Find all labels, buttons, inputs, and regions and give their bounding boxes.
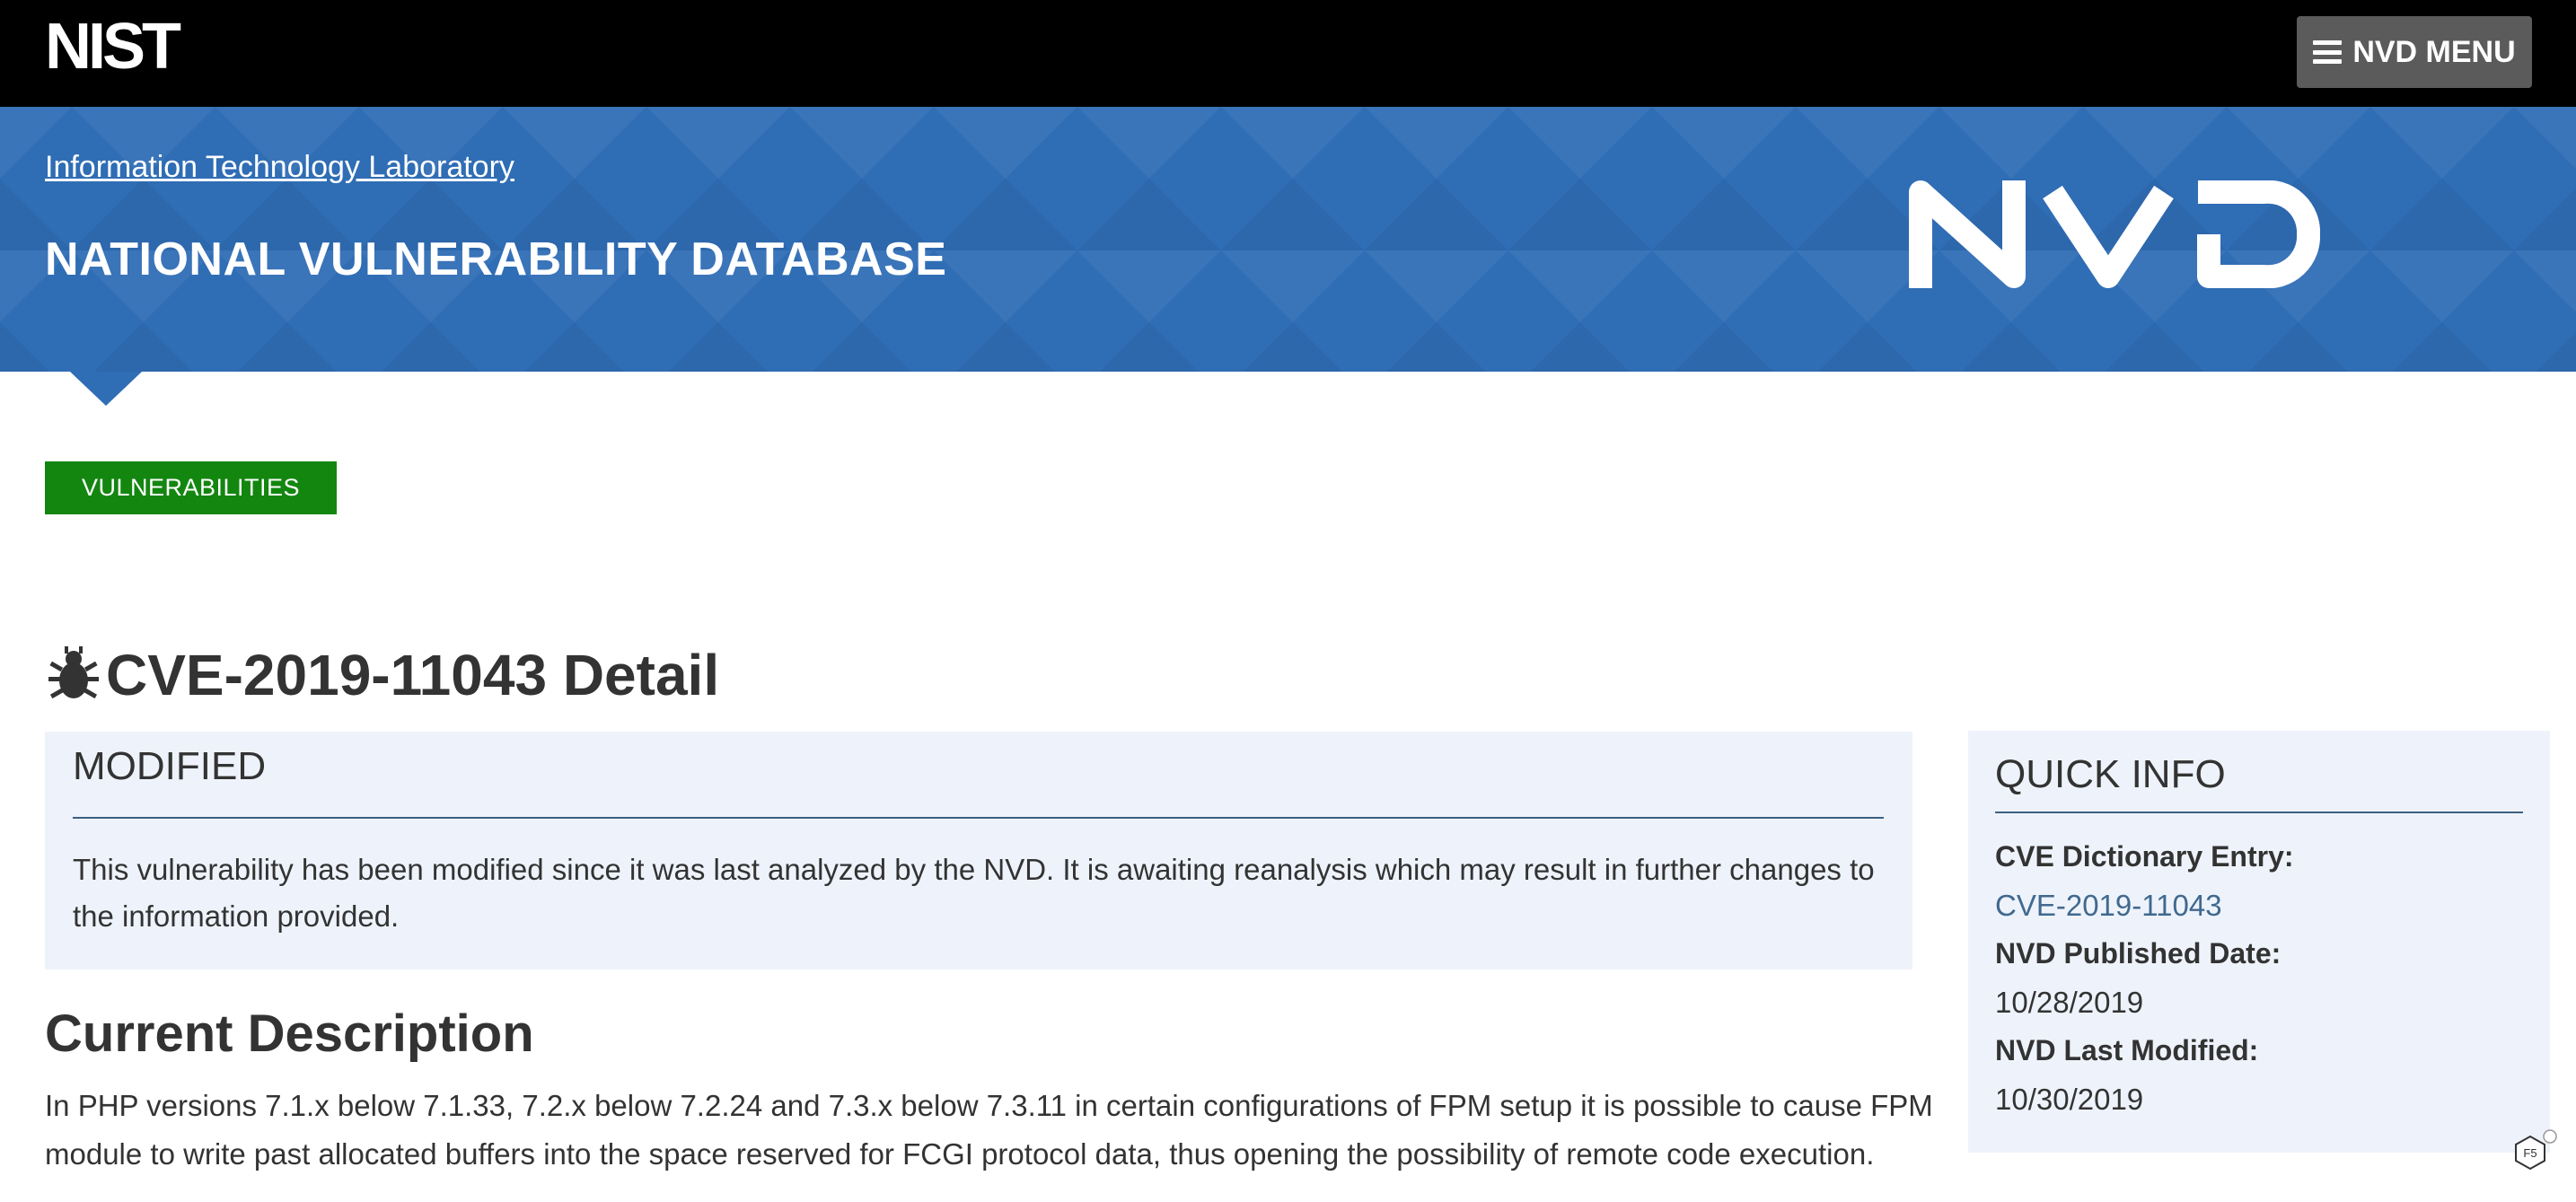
site-title: NATIONAL VULNERABILITY DATABASE [45, 233, 947, 285]
modified-heading: MODIFIED [73, 744, 267, 788]
site-banner: Information Technology Laboratory NATION… [0, 107, 2576, 372]
vulnerabilities-tag[interactable]: VULNERABILITIES [45, 461, 337, 514]
published-date-value: 10/28/2019 [1995, 986, 2144, 1019]
cve-entry-label: CVE Dictionary Entry: [1995, 840, 2294, 873]
quick-info-heading: QUICK INFO [1995, 752, 2226, 796]
cve-dictionary-link[interactable]: CVE-2019-11043 [1995, 889, 2222, 922]
last-modified-value: 10/30/2019 [1995, 1083, 2144, 1116]
hamburger-icon [2313, 40, 2343, 64]
published-date-label: NVD Published Date: [1995, 937, 2281, 969]
itl-link[interactable]: Information Technology Laboratory [45, 150, 514, 185]
cve-entry-value: CVE-2019-11043 [1995, 889, 2222, 923]
modified-panel: MODIFIED This vulnerability has been mod… [45, 732, 1912, 969]
nvd-menu-button[interactable]: NVD MENU [2297, 16, 2532, 88]
page-title: CVE-2019-11043 Detail [45, 639, 719, 711]
quick-info-panel: QUICK INFO CVE Dictionary Entry: CVE-201… [1968, 731, 2550, 1153]
divider [1995, 812, 2523, 813]
cve-title: CVE-2019-11043 Detail [106, 643, 720, 707]
nvd-logo[interactable] [1909, 180, 2320, 288]
description-heading: Current Description [45, 1005, 534, 1063]
nvd-menu-label: NVD MENU [2352, 34, 2516, 69]
last-modified-label: NVD Last Modified: [1995, 1034, 2259, 1066]
nist-logo[interactable]: NIST [45, 16, 251, 74]
bug-icon [48, 646, 99, 699]
description-text: In PHP versions 7.1.x below 7.1.33, 7.2.… [45, 1089, 1933, 1171]
svg-text:F5: F5 [2523, 1146, 2536, 1160]
banner-caret [70, 372, 142, 406]
f5-badge-icon[interactable]: F5 [2510, 1127, 2561, 1178]
divider [73, 817, 1884, 819]
modified-notice: This vulnerability has been modified sin… [73, 853, 1875, 933]
top-bar: NIST NVD MENU [0, 0, 2576, 107]
nist-logo-text: NIST [45, 16, 181, 74]
